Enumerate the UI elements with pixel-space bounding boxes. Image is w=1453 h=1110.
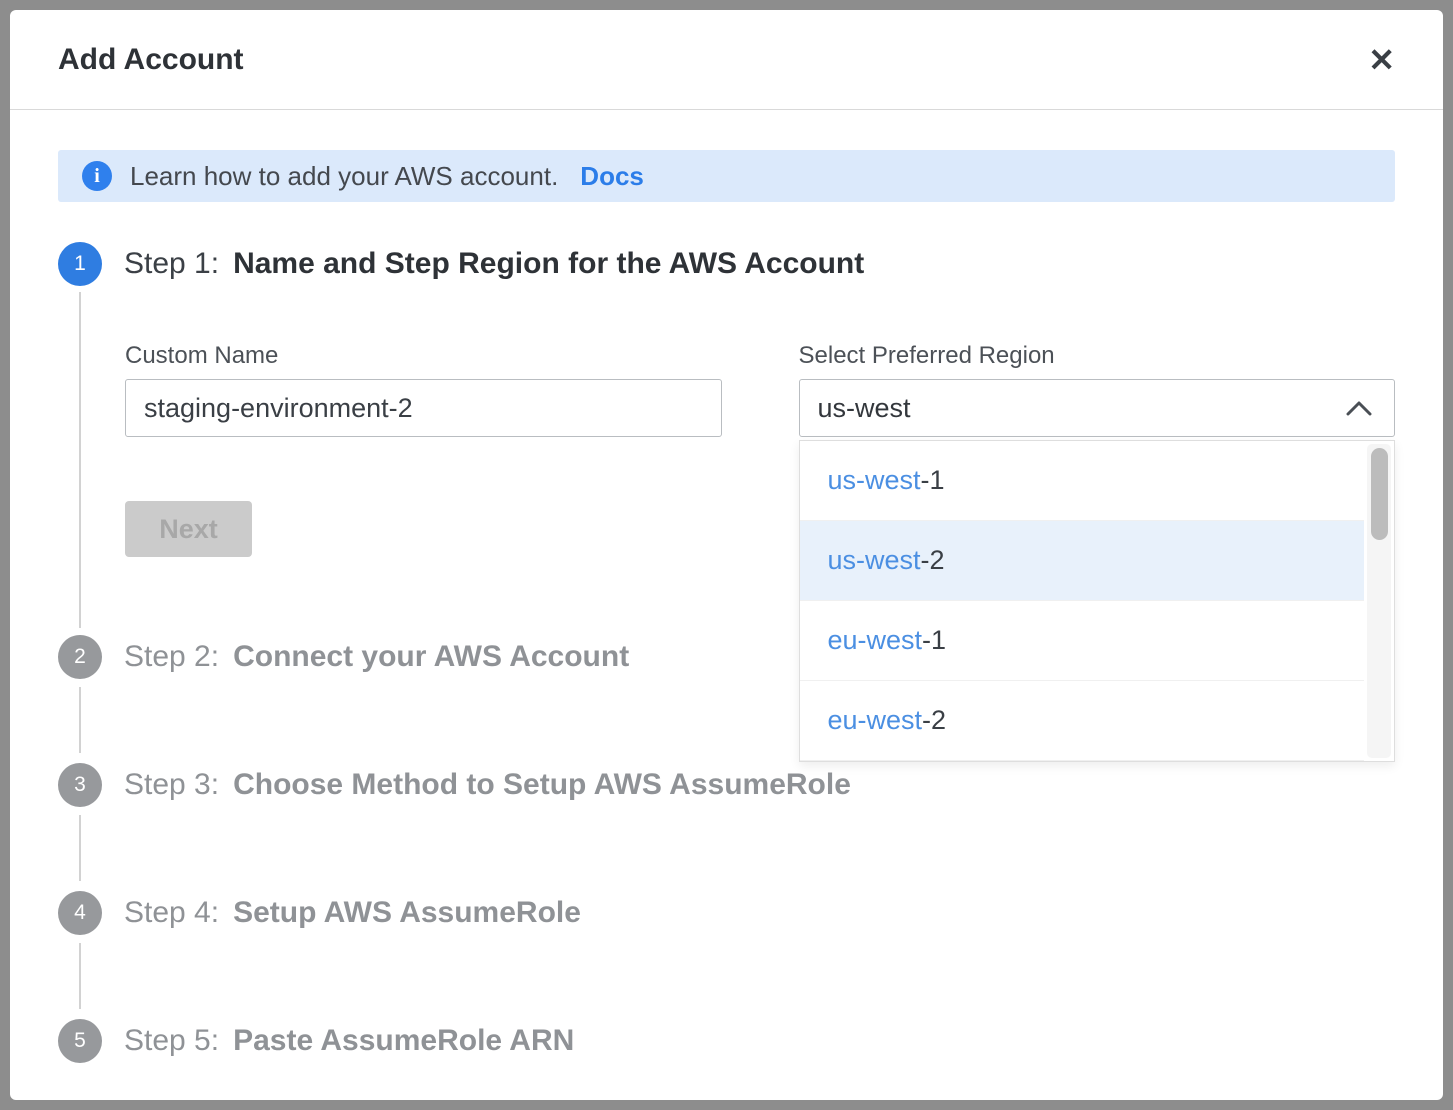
close-icon[interactable]: ✕ <box>1368 44 1395 76</box>
custom-name-label: Custom Name <box>125 342 722 370</box>
step-connector <box>79 815 81 881</box>
region-select-value: us-west <box>818 393 911 424</box>
step-3-prefix: Step 3: <box>124 768 219 802</box>
step-5-badge: 5 <box>58 1019 102 1063</box>
step-5-title: Paste AssumeRole ARN <box>233 1024 574 1058</box>
add-account-modal: Add Account ✕ i Learn how to add your AW… <box>10 10 1443 1100</box>
step-1-badge: 1 <box>58 242 102 286</box>
modal-header: Add Account ✕ <box>10 10 1443 110</box>
step-connector <box>79 292 81 628</box>
region-option-us-west-1[interactable]: us-west-1 <box>800 441 1365 521</box>
step-5-header: 5 Step 5: Paste AssumeRole ARN <box>58 1019 1395 1063</box>
step-4-title: Setup AWS AssumeRole <box>233 896 581 930</box>
step-2-badge: 2 <box>58 635 102 679</box>
region-dropdown: us-west-1 us-west-2 eu-west-1 eu-west-2 <box>799 440 1396 762</box>
option-match-text: us-west <box>828 465 921 496</box>
option-rest-text: -2 <box>921 545 945 576</box>
step-1-prefix: Step 1: <box>124 247 219 281</box>
step-5: 5 Step 5: Paste AssumeRole ARN <box>58 1019 1395 1063</box>
region-select[interactable]: us-west us-west-1 us-west-2 <box>799 379 1396 437</box>
step-1-title: Name and Step Region for the AWS Account <box>233 247 864 281</box>
step-connector <box>79 943 81 1009</box>
dropdown-scrollbar-thumb[interactable] <box>1371 448 1388 540</box>
step-2-title: Connect your AWS Account <box>233 640 629 674</box>
step-1: 1 Step 1: Name and Step Region for the A… <box>58 242 1395 557</box>
region-option-eu-west-2[interactable]: eu-west-2 <box>800 681 1365 761</box>
custom-name-field: Custom Name <box>125 342 722 437</box>
step-4-header: 4 Step 4: Setup AWS AssumeRole <box>58 891 1395 935</box>
step-connector <box>79 687 81 753</box>
info-icon: i <box>82 161 112 191</box>
step-2-prefix: Step 2: <box>124 640 219 674</box>
region-field: Select Preferred Region us-west us-west-… <box>799 342 1396 437</box>
option-match-text: eu-west <box>828 625 923 656</box>
modal-body: i Learn how to add your AWS account. Doc… <box>10 110 1443 1063</box>
step-4-badge: 4 <box>58 891 102 935</box>
step-4-prefix: Step 4: <box>124 896 219 930</box>
modal-title: Add Account <box>58 43 244 77</box>
docs-link[interactable]: Docs <box>580 161 644 192</box>
chevron-up-icon <box>1346 400 1372 416</box>
step-1-content: Custom Name Select Preferred Region us-w… <box>58 286 1395 557</box>
region-label: Select Preferred Region <box>799 342 1396 370</box>
option-match-text: us-west <box>828 545 921 576</box>
next-button[interactable]: Next <box>125 501 252 557</box>
step-1-header: 1 Step 1: Name and Step Region for the A… <box>58 242 1395 286</box>
info-banner: i Learn how to add your AWS account. Doc… <box>58 150 1395 202</box>
banner-text: Learn how to add your AWS account. <box>130 161 558 192</box>
option-match-text: eu-west <box>828 705 923 736</box>
step-3-title: Choose Method to Setup AWS AssumeRole <box>233 768 851 802</box>
step-3: 3 Step 3: Choose Method to Setup AWS Ass… <box>58 763 1395 807</box>
option-rest-text: -1 <box>922 625 946 656</box>
step-3-badge: 3 <box>58 763 102 807</box>
step-3-header: 3 Step 3: Choose Method to Setup AWS Ass… <box>58 763 1395 807</box>
option-rest-text: -1 <box>921 465 945 496</box>
region-option-us-west-2[interactable]: us-west-2 <box>800 521 1365 601</box>
step-4: 4 Step 4: Setup AWS AssumeRole <box>58 891 1395 935</box>
option-rest-text: -2 <box>922 705 946 736</box>
region-option-eu-west-1[interactable]: eu-west-1 <box>800 601 1365 681</box>
custom-name-input[interactable] <box>125 379 722 437</box>
step-5-prefix: Step 5: <box>124 1024 219 1058</box>
